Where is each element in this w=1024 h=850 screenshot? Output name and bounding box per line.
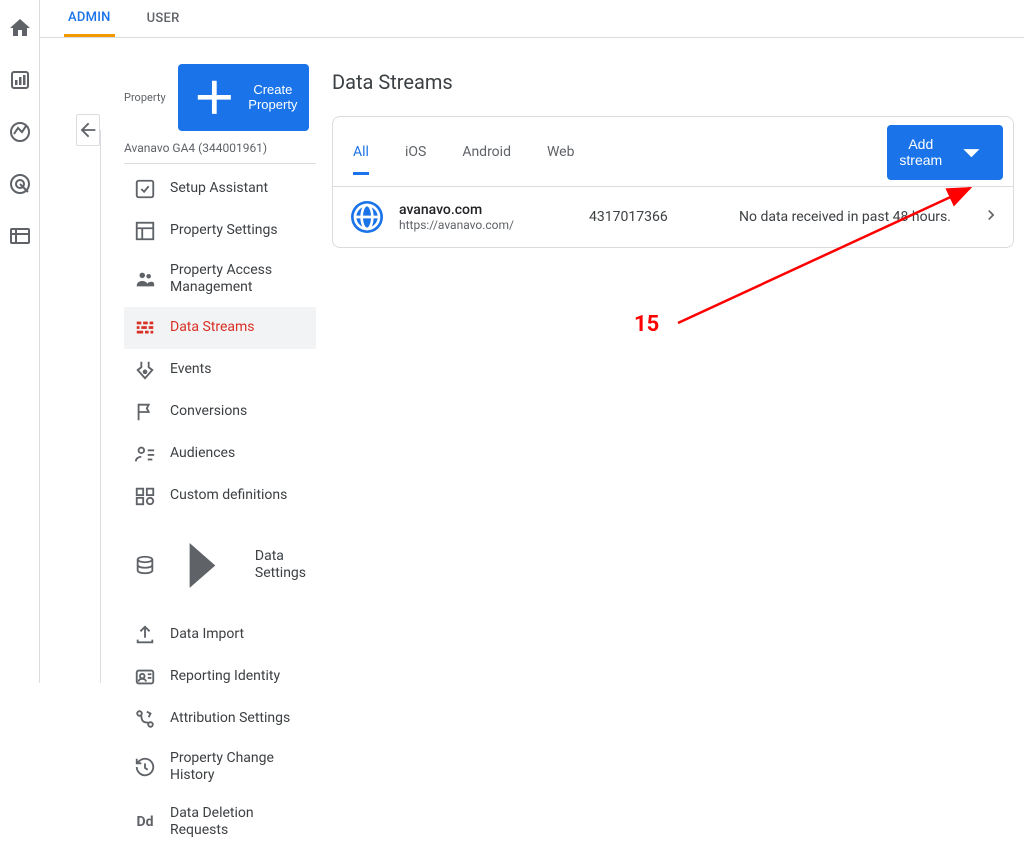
menu-data-import[interactable]: Data Import [124,614,316,656]
web-platform-icon [351,201,383,233]
caret-right-icon [164,527,241,604]
create-property-label: Create Property [248,82,297,112]
explore-icon[interactable] [8,120,32,144]
filter-tab-ios[interactable]: iOS [405,130,426,175]
menu-custom-definitions[interactable]: Custom definitions [124,475,316,517]
menu-label: Property Change History [170,750,306,785]
tab-admin[interactable]: ADMIN [64,0,115,37]
filter-tab-android[interactable]: Android [462,130,511,175]
menu-label: Data Settings [255,548,306,583]
menu-label: Property Access Management [170,262,306,297]
back-button[interactable] [76,114,100,146]
menu-label: Audiences [170,445,235,463]
upload-icon [134,624,156,646]
configure-icon[interactable] [8,224,32,248]
menu-label: Conversions [170,403,247,421]
menu-audiences[interactable]: Audiences [124,433,316,475]
menu-label: Attribution Settings [170,710,290,728]
identity-icon [134,666,156,688]
menu-reporting-identity[interactable]: Reporting Identity [124,656,316,698]
menu-attribution-settings[interactable]: Attribution Settings [124,698,316,740]
card-header: All iOS Android Web Add stream [333,117,1013,187]
menu-data-deletion[interactable]: Dd Data Deletion Requests [124,795,316,850]
page-title: Data Streams [332,70,1014,94]
data-settings-icon [134,554,156,576]
history-icon [134,756,156,778]
stream-url: https://avanavo.com/ [399,218,589,232]
menu-label: Data Deletion Requests [170,805,306,840]
stream-id: 4317017366 [589,209,739,225]
property-menu: Setup Assistant Property Settings Proper… [124,168,316,850]
layout-icon [134,220,156,242]
attribution-icon [134,708,156,730]
audiences-icon [134,443,156,465]
caret-down-icon [952,133,991,172]
stream-row[interactable]: avanavo.com https://avanavo.com/ 4317017… [333,187,1013,247]
menu-data-streams[interactable]: Data Streams [124,307,316,349]
menu-conversions[interactable]: Conversions [124,391,316,433]
tab-user[interactable]: USER [143,0,184,37]
menu-setup-assistant[interactable]: Setup Assistant [124,168,316,210]
events-icon [134,359,156,381]
home-icon[interactable] [8,16,32,40]
stream-name-column: avanavo.com https://avanavo.com/ [399,202,589,232]
data-streams-card: All iOS Android Web Add stream avanavo.c… [332,116,1014,248]
menu-data-settings[interactable]: Data Settings [124,517,316,614]
filter-tab-all[interactable]: All [353,130,369,175]
add-stream-label: Add stream [899,136,942,168]
left-icon-rail [0,0,40,683]
create-property-button[interactable]: Create Property [178,64,310,131]
check-square-icon [134,178,156,200]
chevron-right-icon [981,205,1001,229]
stream-status: No data received in past 48 hours. [739,209,981,225]
add-stream-button[interactable]: Add stream [887,125,1003,180]
menu-label: Events [170,361,211,379]
advertising-icon[interactable] [8,172,32,196]
menu-label: Property Settings [170,222,278,240]
menu-property-settings[interactable]: Property Settings [124,210,316,252]
custom-def-icon [134,485,156,507]
main-content: Data Streams All iOS Android Web Add str… [332,70,1014,248]
property-name[interactable]: Avanavo GA4 (344001961) [124,141,316,164]
sidebar: Property Create Property Avanavo GA4 (34… [76,56,316,683]
menu-label: Setup Assistant [170,180,268,198]
flag-icon [134,401,156,423]
plus-icon [186,69,243,126]
reports-icon[interactable] [8,68,32,92]
data-streams-icon [134,317,156,339]
menu-label: Data Import [170,626,244,644]
deletion-icon: Dd [134,811,156,833]
menu-label: Data Streams [170,319,255,337]
menu-events[interactable]: Events [124,349,316,391]
top-tabs: ADMIN USER [40,0,1024,38]
filter-tabs: All iOS Android Web [353,130,574,175]
annotation-number: 15 [634,312,659,337]
property-label: Property [124,91,166,104]
people-icon [134,268,156,290]
menu-property-access[interactable]: Property Access Management [124,252,316,307]
filter-tab-web[interactable]: Web [547,130,575,175]
stream-name: avanavo.com [399,202,589,218]
menu-label: Custom definitions [170,487,287,505]
menu-change-history[interactable]: Property Change History [124,740,316,795]
